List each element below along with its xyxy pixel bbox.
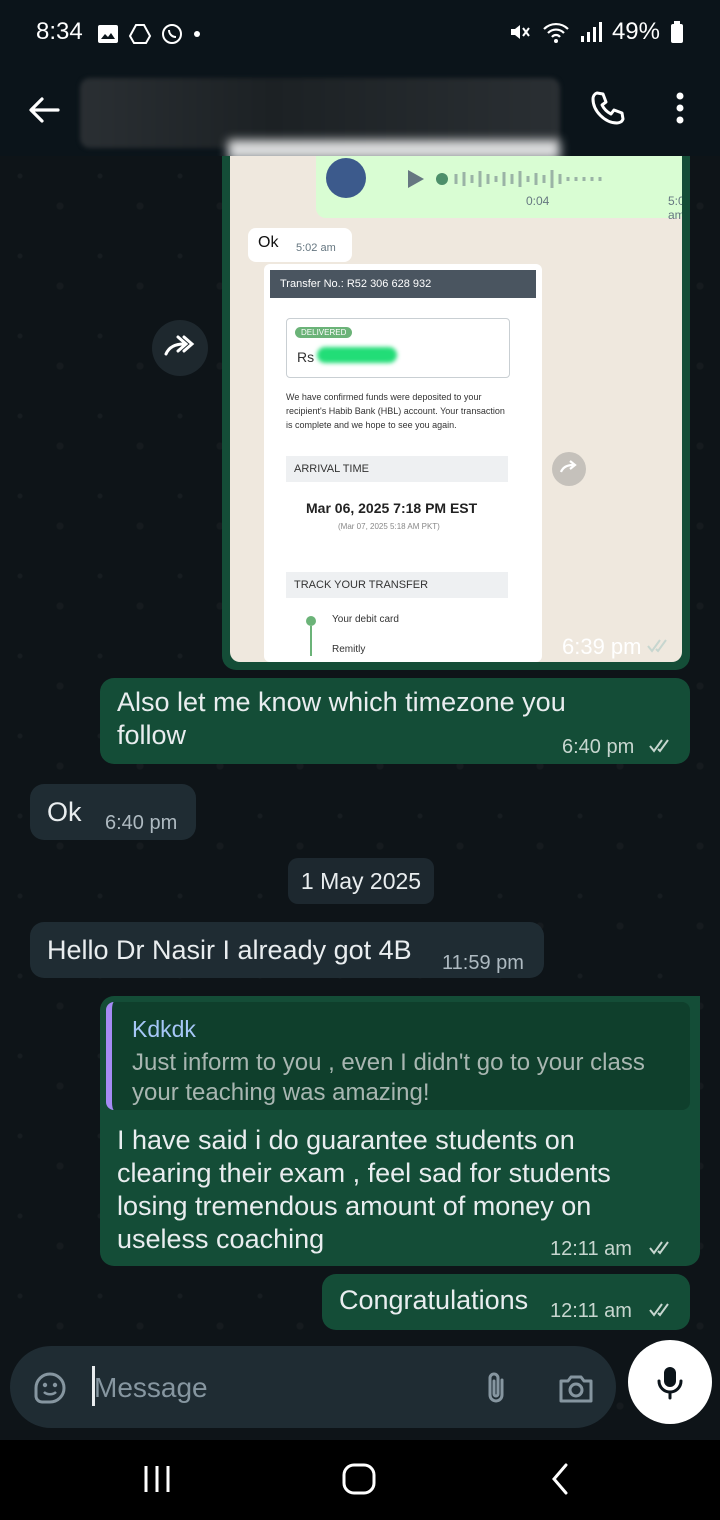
signal-icon: [580, 22, 602, 42]
notification-icons: [96, 22, 202, 46]
message-outgoing[interactable]: Congratulations 12:11 am: [322, 1274, 690, 1330]
message-composer: [10, 1346, 616, 1428]
status-bar: 8:34 49%: [0, 0, 720, 70]
dot-icon: [194, 31, 200, 37]
message-time: 6:40 pm: [105, 812, 178, 834]
quote-author: Kdkdk: [132, 1016, 196, 1042]
track-label: TRACK YOUR TRANSFER: [286, 572, 508, 598]
message-text: Hello Dr Nasir I already got 4B: [47, 935, 412, 965]
camera-icon[interactable]: [556, 1368, 596, 1408]
system-navigation-bar: [0, 1440, 720, 1520]
receipt-card: Transfer No.: R52 306 628 932 DELIVERED …: [264, 264, 542, 662]
message-text: Ok: [47, 797, 82, 827]
arrival-time: Mar 06, 2025 7:18 PM EST: [306, 500, 478, 516]
amount-redaction: [317, 347, 397, 363]
read-ticks-icon: [647, 639, 667, 653]
wifi-icon: [543, 22, 569, 43]
track-dot-icon: [306, 616, 316, 626]
recent-apps-icon[interactable]: [140, 1462, 174, 1496]
read-ticks-icon: [649, 1241, 669, 1255]
battery-percent: 49%: [611, 18, 660, 45]
message-text: Also let me know which timezone you foll…: [117, 687, 566, 750]
ok-bubble: Ok 5:02 am: [248, 228, 352, 262]
message-time: 6:40 pm: [562, 736, 635, 758]
ok-text: Ok: [258, 234, 279, 251]
delivered-badge: DELIVERED: [295, 327, 353, 338]
voice-duration: 0:04: [526, 194, 550, 208]
message-time: 12:11 am: [550, 1300, 632, 1322]
sticker-icon[interactable]: [30, 1368, 70, 1408]
message-outgoing[interactable]: Also let me know which timezone you foll…: [100, 678, 690, 764]
amount-prefix: Rs: [297, 349, 315, 365]
arrival-label: ARRIVAL TIME: [286, 456, 508, 482]
chat-area[interactable]: 0:04 5:02 am Ok 5:02 am Transfer No.: R5…: [0, 156, 720, 1440]
back-nav-icon[interactable]: [546, 1462, 576, 1496]
quote-text: Just inform to you , even I didn't go to…: [132, 1049, 645, 1106]
message-incoming[interactable]: Ok 6:40 pm: [30, 784, 196, 840]
system-icons: 49%: [508, 18, 684, 46]
amount-box: DELIVERED Rs: [286, 318, 510, 378]
inner-forward-icon: [552, 452, 586, 486]
play-icon: [408, 170, 424, 188]
message-time: 12:11 am: [550, 1238, 632, 1260]
message-time: 11:59 pm: [442, 952, 524, 974]
inner-screenshot-time: 5:19 am: [484, 650, 528, 662]
back-arrow-icon[interactable]: [24, 90, 64, 130]
message-text: I have said i do guarantee students on c…: [117, 1125, 611, 1254]
read-ticks-icon: [649, 1303, 669, 1317]
arrival-subtime: (Mar 07, 2025 5:18 AM PKT): [338, 522, 440, 531]
drive-icon: [128, 24, 152, 44]
date-separator: 1 May 2025: [288, 858, 434, 904]
track-step-1: Your debit card: [332, 614, 399, 625]
quoted-message[interactable]: Kdkdk Just inform to you , even I didn't…: [106, 1002, 690, 1110]
status-time: 8:34: [36, 18, 83, 45]
waveform-icon: [436, 170, 602, 188]
microphone-icon: [657, 1367, 683, 1400]
battery-icon: [671, 21, 683, 43]
mute-icon: [510, 25, 530, 39]
forward-button[interactable]: [152, 320, 208, 376]
contact-info-blurred[interactable]: [80, 78, 560, 148]
voice-time: 5:02 am: [668, 194, 682, 222]
attach-icon[interactable]: [476, 1368, 516, 1408]
track-step-2: Remitly: [332, 644, 366, 655]
home-icon[interactable]: [340, 1462, 378, 1496]
track-line: [310, 626, 312, 656]
whatsapp-icon: [162, 24, 182, 44]
transfer-number: Transfer No.: R52 306 628 932: [270, 270, 536, 298]
confirmation-text: We have confirmed funds were deposited t…: [286, 392, 505, 430]
chat-header: [0, 70, 720, 160]
message-text: Congratulations: [339, 1285, 529, 1315]
gallery-icon: [98, 25, 118, 43]
forwarded-screenshot[interactable]: 0:04 5:02 am Ok 5:02 am Transfer No.: R5…: [230, 156, 682, 662]
read-ticks-icon: [649, 739, 669, 753]
avatar: [326, 158, 366, 198]
voice-call-icon[interactable]: [588, 88, 628, 128]
voice-note-bubble: 0:04 5:02 am: [316, 156, 682, 222]
image-message[interactable]: 0:04 5:02 am Ok 5:02 am Transfer No.: R5…: [222, 156, 690, 670]
more-options-icon[interactable]: [668, 88, 692, 128]
voice-record-button[interactable]: [628, 1340, 712, 1424]
image-time: 6:39 pm: [562, 634, 642, 659]
forward-icon: [164, 335, 195, 356]
ok-time: 5:02 am: [296, 242, 336, 254]
message-incoming[interactable]: Hello Dr Nasir I already got 4B 11:59 pm: [30, 922, 544, 978]
message-input[interactable]: [92, 1364, 456, 1412]
